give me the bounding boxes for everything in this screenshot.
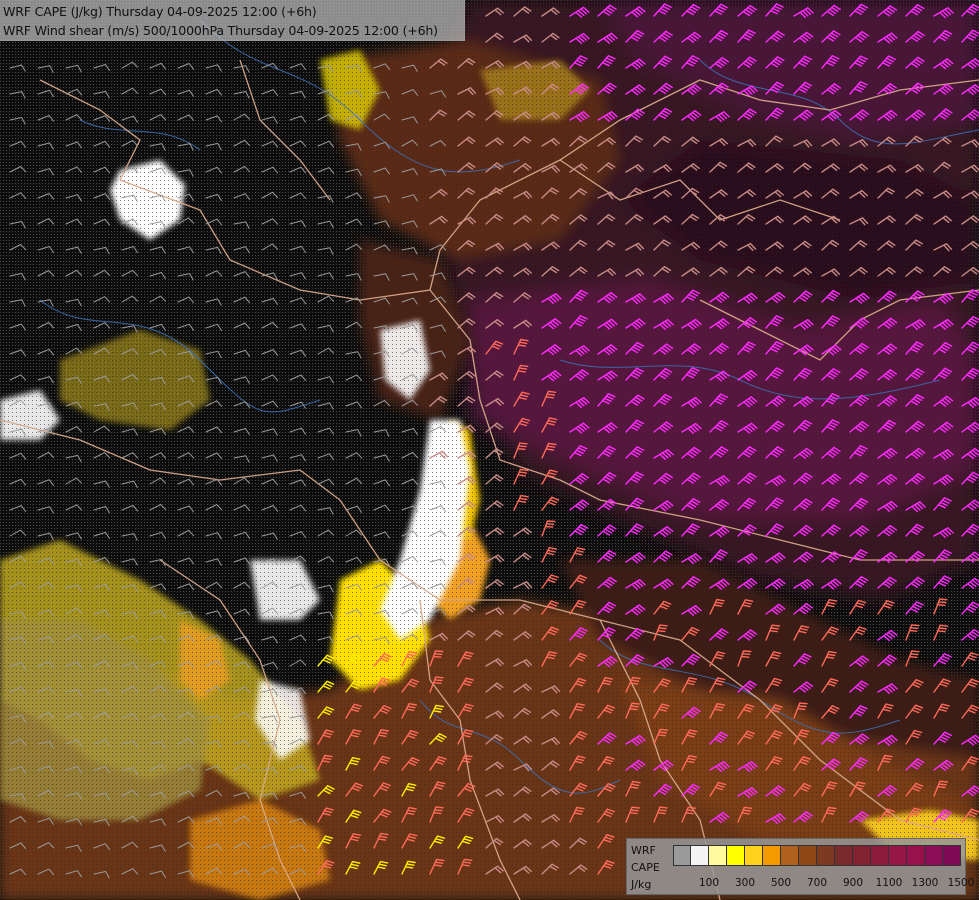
legend-swatch — [799, 845, 817, 866]
legend-swatch — [835, 845, 853, 866]
legend-swatch — [907, 845, 925, 866]
legend-color-scale — [673, 845, 961, 866]
legend-tick: 1500 — [947, 877, 975, 889]
legend-tick: 700 — [806, 877, 828, 889]
cape-legend: WRF CAPE J/kg 100 300 500 700 900 1100 1300 150… — [626, 838, 974, 895]
legend-swatch — [871, 845, 889, 866]
legend-swatch — [709, 845, 727, 866]
legend-swatch — [853, 845, 871, 866]
legend-swatch — [727, 845, 745, 866]
legend-tick: 900 — [842, 877, 864, 889]
legend-swatch — [943, 845, 961, 866]
legend-variable-label: CAPE — [631, 861, 660, 874]
legend-swatch — [763, 845, 781, 866]
legend-tick: 300 — [734, 877, 756, 889]
legend-unit-label: J/kg — [631, 878, 652, 891]
legend-swatch — [673, 845, 691, 866]
weather-map: WRF CAPE (J/kg) Thursday 04-09-2025 12:0… — [0, 0, 979, 900]
map-canvas — [0, 0, 979, 900]
legend-swatch — [781, 845, 799, 866]
legend-swatch — [817, 845, 835, 866]
legend-model-label: WRF — [631, 844, 656, 857]
legend-swatch — [745, 845, 763, 866]
legend-tick: 1100 — [875, 877, 903, 889]
map-title-wind-shear: WRF Wind shear (m/s) 500/1000hPa Thursda… — [3, 23, 438, 38]
legend-swatch — [925, 845, 943, 866]
legend-tick: 500 — [770, 877, 792, 889]
title-box: WRF CAPE (J/kg) Thursday 04-09-2025 12:0… — [0, 0, 465, 41]
legend-swatch — [691, 845, 709, 866]
legend-tick: 100 — [698, 877, 720, 889]
map-title-cape: WRF CAPE (J/kg) Thursday 04-09-2025 12:0… — [3, 4, 317, 19]
legend-tick: 1300 — [911, 877, 939, 889]
legend-swatch — [889, 845, 907, 866]
